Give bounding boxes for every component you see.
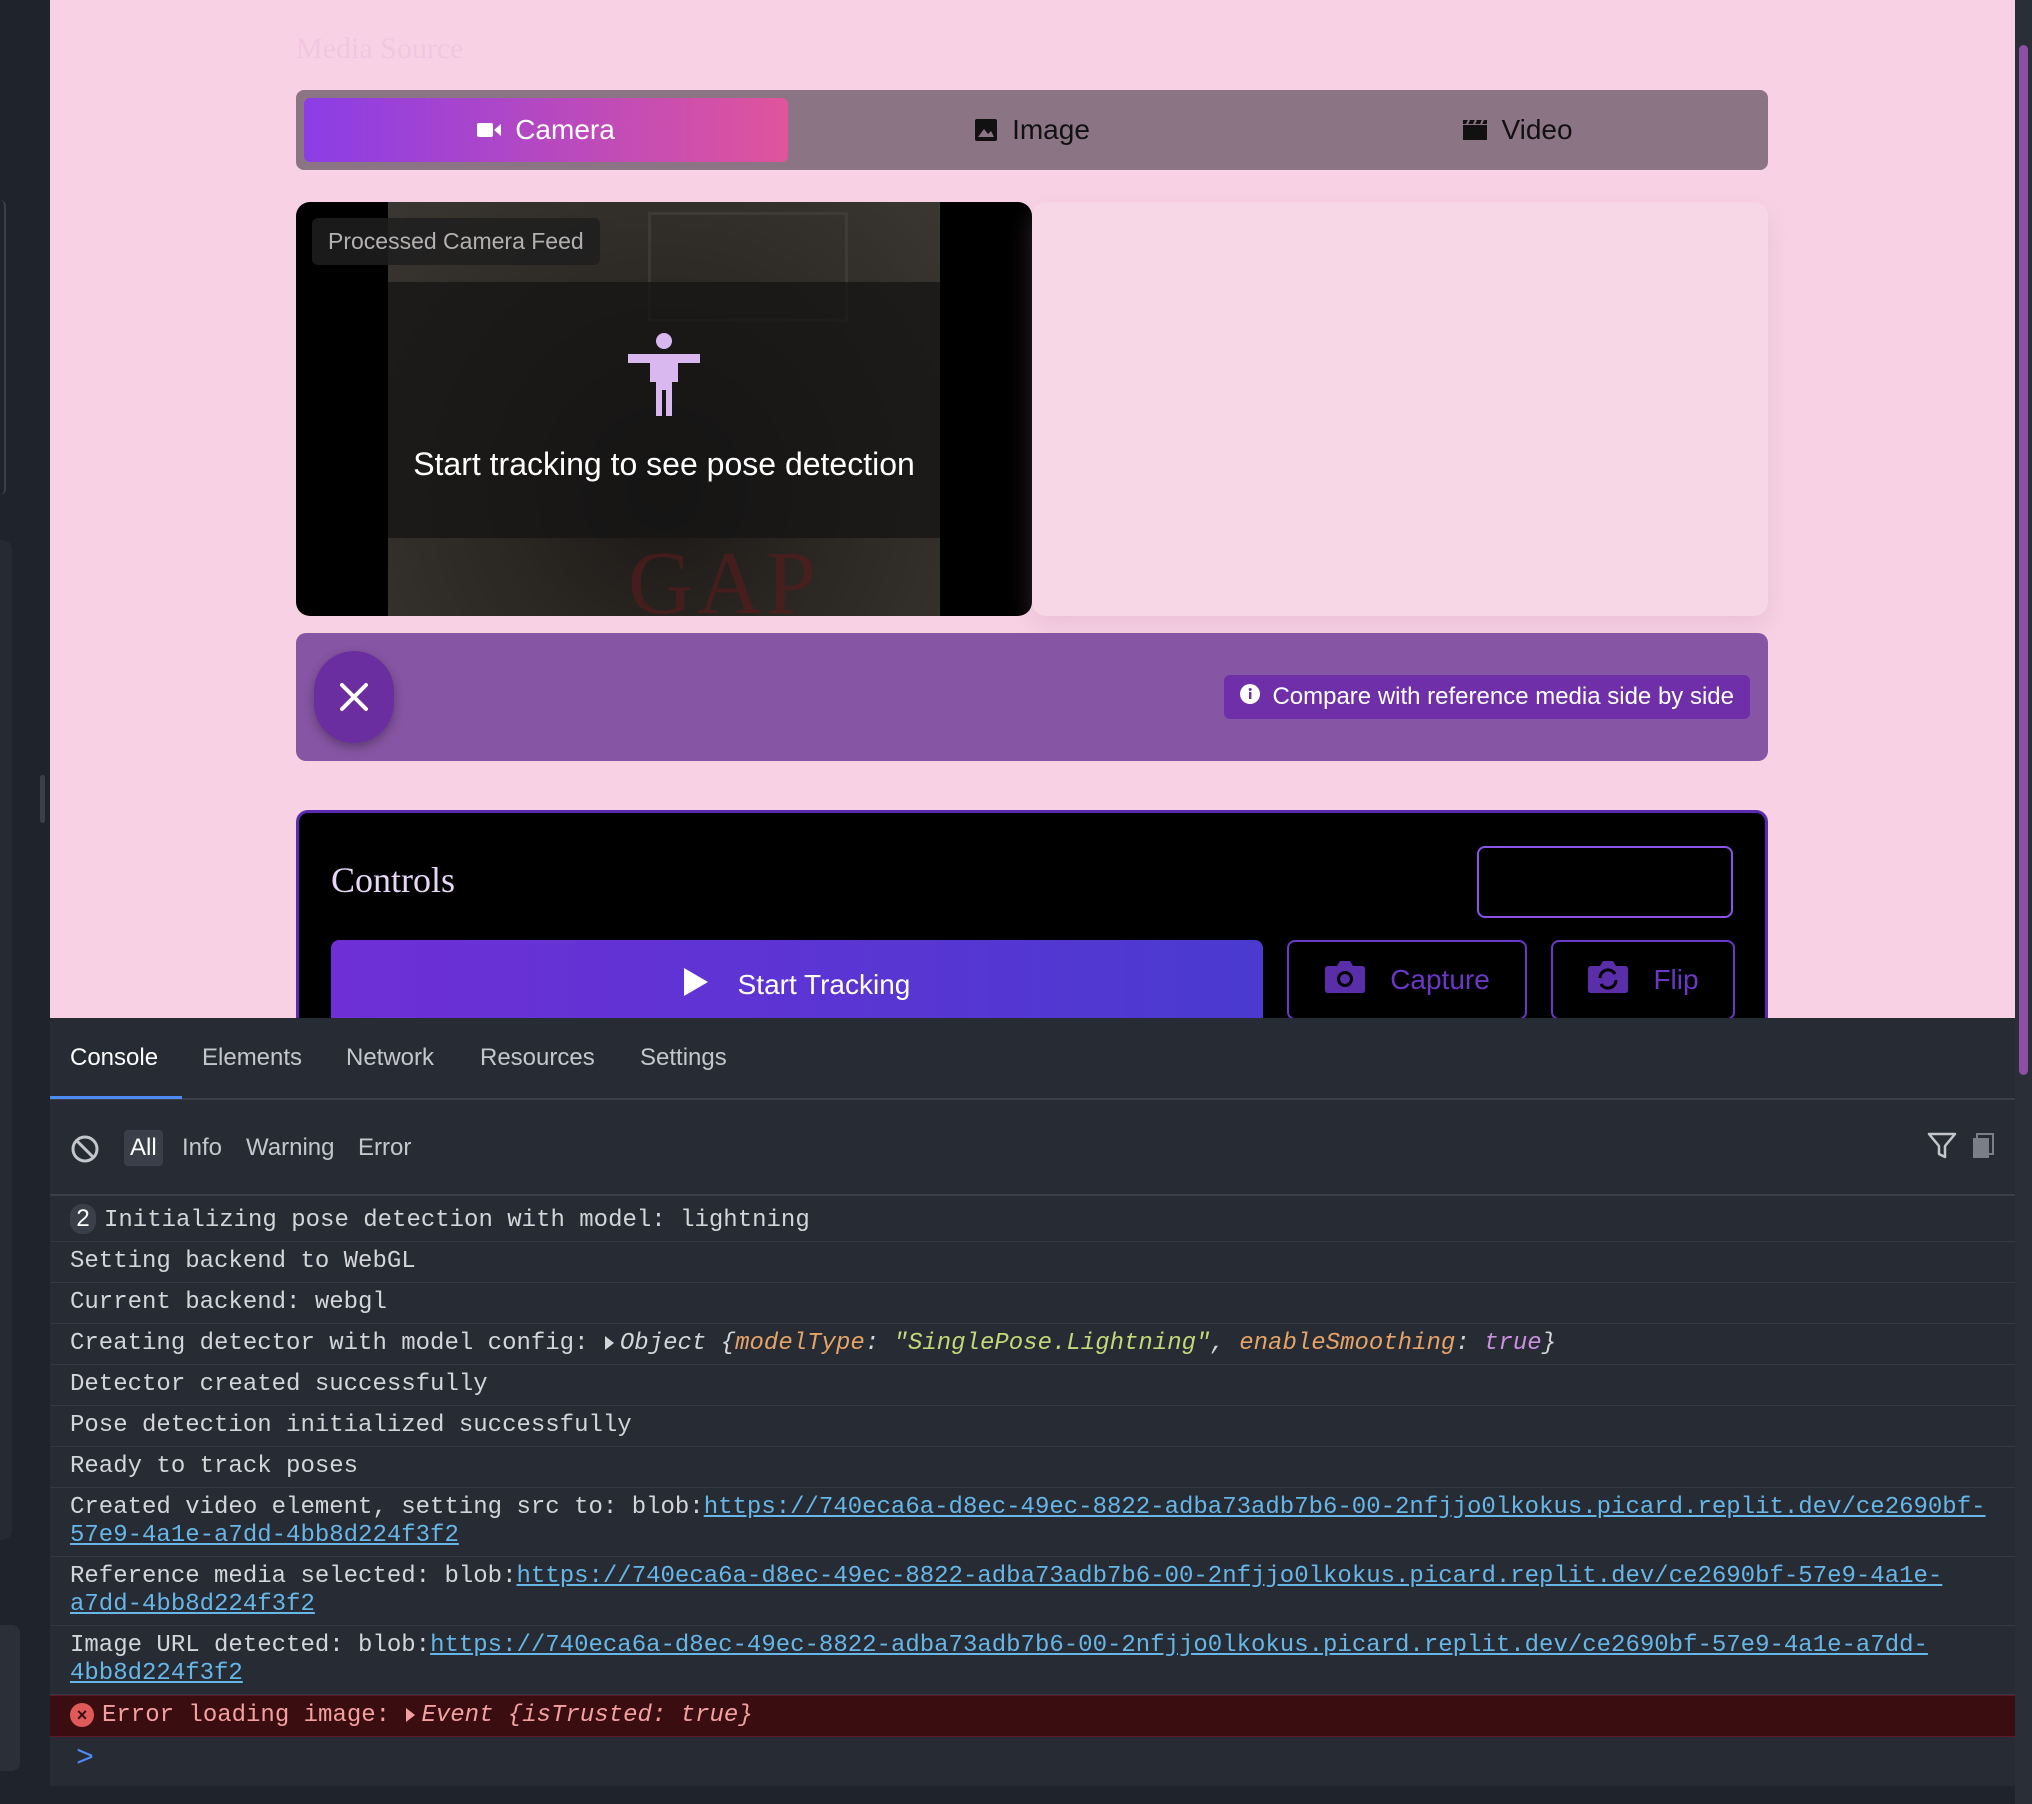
film-icon <box>1463 118 1488 142</box>
close-button[interactable] <box>314 651 394 743</box>
compare-info-text: Compare with reference media side by sid… <box>1272 683 1734 710</box>
tab-console[interactable]: Console <box>70 1044 158 1072</box>
console-log: 2 Initializing pose detection with model:… <box>50 1198 2015 1737</box>
log-row: 2 Initializing pose detection with model:… <box>50 1198 2015 1242</box>
left-gutter <box>0 0 50 1804</box>
section-title: Media Source <box>296 32 464 65</box>
filter-all[interactable]: All <box>124 1130 163 1166</box>
log-row: Setting backend to WebGL <box>50 1242 2015 1283</box>
gutter-panel-edge <box>0 200 6 495</box>
log-row: Detector created successfully <box>50 1365 2015 1406</box>
bottom-edge <box>50 1786 2015 1804</box>
scrollbar[interactable] <box>2015 0 2032 1804</box>
controls-panel: Controls Start Tracking Capture Flip <box>296 810 1768 1018</box>
log-row: Pose detection initialized successfully <box>50 1406 2015 1447</box>
compare-banner: Compare with reference media side by sid… <box>296 633 1768 761</box>
controls-title: Controls <box>331 860 456 900</box>
devtools-tabbar: Console Elements Network Resources Setti… <box>50 1018 2015 1100</box>
expand-triangle-icon[interactable] <box>604 1335 614 1350</box>
object-label[interactable]: Object <box>620 1330 706 1357</box>
tab-label: Image <box>1012 114 1090 145</box>
info-icon <box>1240 683 1261 711</box>
filter-error[interactable]: Error <box>352 1130 417 1166</box>
scrollbar-thumb[interactable] <box>2019 45 2028 1075</box>
log-text: Error loading image: <box>102 1702 405 1729</box>
log-text: Created video element, setting src to: b… <box>70 1494 704 1521</box>
reference-media-panel <box>1032 202 1768 616</box>
media-source-tabs: Camera Image Video <box>296 90 1768 170</box>
repeat-count-badge: 2 <box>70 1204 96 1234</box>
error-icon: × <box>70 1702 94 1727</box>
capture-button[interactable]: Capture <box>1287 940 1527 1018</box>
image-icon <box>974 118 998 142</box>
expand-triangle-icon[interactable] <box>406 1707 416 1722</box>
log-row: Ready to track poses <box>50 1447 2015 1488</box>
log-text: Ready to track poses <box>70 1453 359 1480</box>
log-text: Setting backend to WebGL <box>70 1248 416 1275</box>
camera-icon <box>1324 960 1366 1001</box>
object-key: modelType <box>735 1330 865 1357</box>
filter-icon[interactable] <box>1927 1132 1957 1165</box>
tab-resources[interactable]: Resources <box>480 1044 595 1072</box>
feed-message: Start tracking to see pose detection <box>413 446 915 482</box>
error-log-row: × Error loading image: Event {isTrusted: … <box>50 1695 2015 1737</box>
log-text: Current backend: webgl <box>70 1289 387 1316</box>
copy-icon[interactable] <box>1971 1132 1995 1165</box>
start-tracking-label: Start Tracking <box>737 969 911 1000</box>
video-camera-icon <box>477 118 502 142</box>
filter-info[interactable]: Info <box>176 1130 228 1166</box>
event-close: } <box>738 1702 753 1729</box>
flip-camera-icon <box>1587 960 1629 1001</box>
tab-image[interactable]: Image <box>790 98 1274 162</box>
processed-camera-feed: GAP Processed Camera Feed Start tracking… <box>296 202 1032 616</box>
tab-label: Video <box>1501 114 1573 145</box>
log-text: Detector created successfully <box>70 1371 488 1398</box>
tab-camera[interactable]: Camera <box>304 98 788 162</box>
log-row: Image URL detected: blob:https://740eca6… <box>50 1626 2015 1695</box>
tab-elements[interactable]: Elements <box>202 1044 302 1072</box>
console-prompt[interactable]: > <box>76 1742 94 1776</box>
log-text: Creating detector with model config: <box>70 1330 603 1357</box>
flip-button[interactable]: Flip <box>1551 940 1735 1018</box>
play-icon <box>683 967 708 1003</box>
object-key: enableSmoothing <box>1239 1330 1456 1357</box>
object-value: true <box>1484 1330 1542 1357</box>
media-row: GAP Processed Camera Feed Start tracking… <box>296 202 1768 616</box>
tab-label: Camera <box>515 114 615 145</box>
resize-handle[interactable] <box>40 775 45 823</box>
feed-badge: Processed Camera Feed <box>312 218 600 265</box>
log-row: Created video element, setting src to: b… <box>50 1488 2015 1557</box>
gutter-panel-bottom <box>0 1625 20 1771</box>
object-value: "SinglePose.Lightning" <box>893 1330 1211 1357</box>
log-row: Creating detector with model config: Obj… <box>50 1324 2015 1365</box>
filter-warning[interactable]: Warning <box>240 1130 340 1166</box>
event-object[interactable]: Event {isTrusted: <box>421 1702 680 1729</box>
log-text: Reference media selected: blob: <box>70 1563 517 1590</box>
log-text: Image URL detected: blob: <box>70 1632 431 1659</box>
close-icon <box>340 683 368 711</box>
log-text: Initializing pose detection with model: … <box>104 1207 810 1234</box>
model-select[interactable] <box>1477 846 1733 918</box>
clear-console-icon[interactable] <box>70 1134 100 1164</box>
person-icon <box>626 332 702 418</box>
tab-video[interactable]: Video <box>1276 98 1760 162</box>
capture-label: Capture <box>1390 964 1490 995</box>
console-filter-bar: All Info Warning Error <box>50 1102 2015 1196</box>
event-value: true <box>680 1702 739 1729</box>
log-row: Current backend: webgl <box>50 1283 2015 1324</box>
flip-label: Flip <box>1653 964 1699 995</box>
tab-network[interactable]: Network <box>346 1044 434 1072</box>
log-row: Reference media selected: blob:https://7… <box>50 1557 2015 1626</box>
gutter-panel <box>0 540 12 1540</box>
devtools-panel: Console Elements Network Resources Setti… <box>50 1018 2015 1786</box>
log-text: Pose detection initialized successfully <box>70 1412 632 1439</box>
start-tracking-button[interactable]: Start Tracking <box>331 940 1263 1018</box>
tab-settings[interactable]: Settings <box>640 1044 727 1072</box>
active-tab-indicator <box>50 1096 182 1099</box>
web-app-viewport: Media Source Camera Image Video GAP Proc… <box>50 0 2015 1018</box>
compare-info-pill: Compare with reference media side by sid… <box>1224 675 1750 719</box>
